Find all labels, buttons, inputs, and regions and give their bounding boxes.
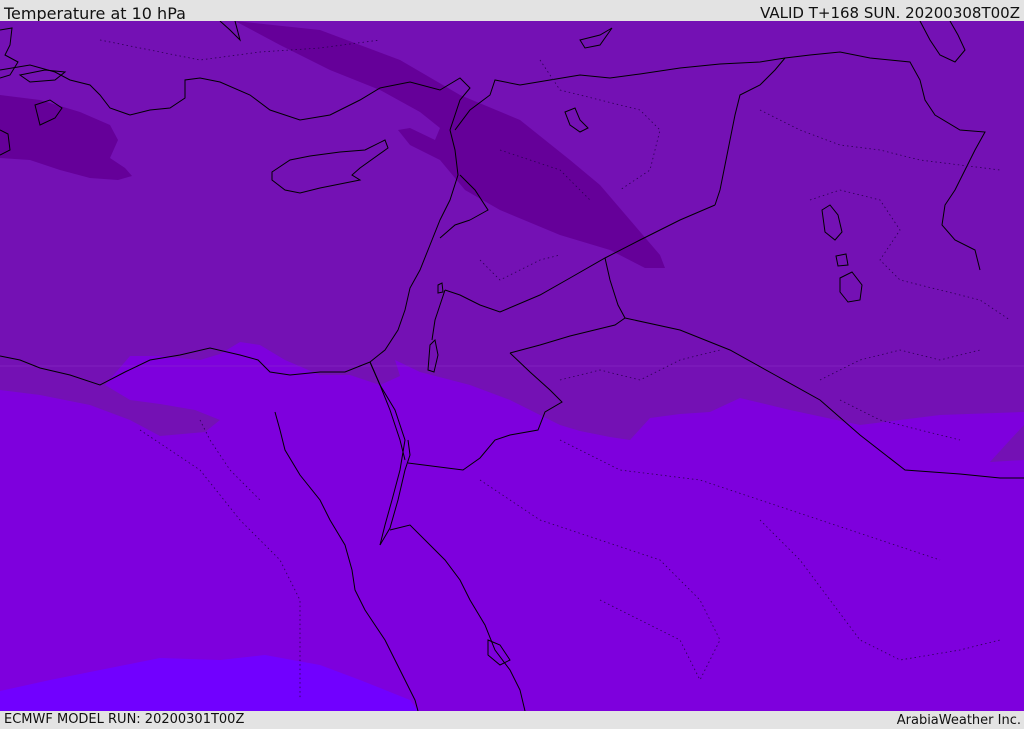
model-run-label: ECMWF MODEL RUN: 20200301T00Z bbox=[4, 712, 245, 727]
credit-label: ArabiaWeather Inc. bbox=[896, 713, 1021, 728]
map-svg bbox=[0, 21, 1024, 711]
header-bar: Temperature at 10 hPa VALID T+168 SUN. 2… bbox=[0, 0, 1024, 23]
valid-time-label: VALID T+168 SUN. 20200308T00Z bbox=[760, 4, 1020, 22]
footer-bar: ECMWF MODEL RUN: 20200301T00Z ArabiaWeat… bbox=[0, 711, 1024, 729]
map-canvas[interactable] bbox=[0, 21, 1024, 711]
weather-map-page: Temperature at 10 hPa VALID T+168 SUN. 2… bbox=[0, 0, 1024, 729]
